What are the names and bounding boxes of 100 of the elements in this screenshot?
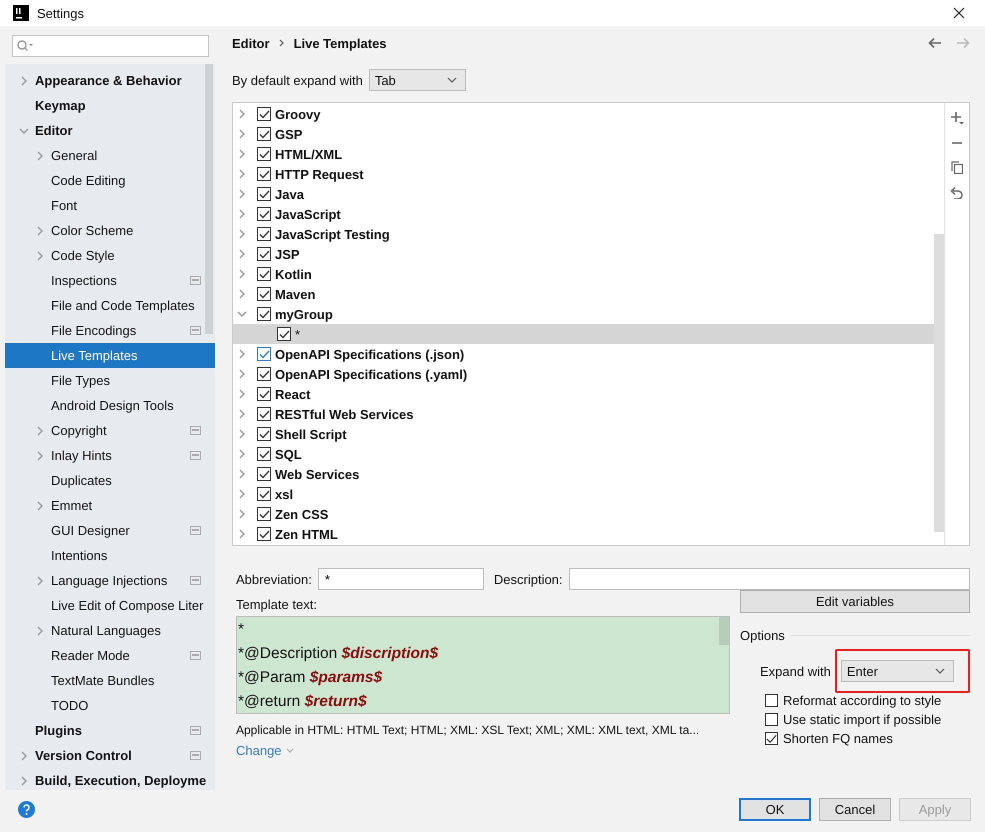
sidebar-item[interactable]: TextMate Bundles (5, 668, 205, 693)
checkbox[interactable] (257, 487, 271, 501)
chevron-right-icon[interactable] (237, 289, 247, 299)
template-row[interactable]: GSP (233, 124, 934, 144)
chevron-right-icon[interactable] (237, 369, 247, 379)
sidebar-item[interactable]: Color Scheme (5, 218, 205, 243)
sidebar-item[interactable]: Version Control (5, 743, 205, 768)
checkbox[interactable] (257, 147, 271, 161)
checkbox[interactable] (257, 367, 271, 381)
template-row[interactable]: HTML/XML (233, 144, 934, 164)
sidebar-item[interactable]: Code Editing (5, 168, 205, 193)
chevron-right-icon[interactable] (237, 249, 247, 259)
sidebar-item[interactable]: Font (5, 193, 205, 218)
template-row[interactable]: Kotlin (233, 264, 934, 284)
sidebar-item[interactable]: Keymap (5, 93, 205, 118)
checkbox[interactable] (257, 527, 271, 541)
checkbox[interactable] (257, 307, 271, 321)
template-row[interactable]: JavaScript Testing (233, 224, 934, 244)
sidebar-item[interactable]: Code Style (5, 243, 205, 268)
chevron-right-icon[interactable] (237, 389, 247, 399)
checkbox[interactable] (257, 387, 271, 401)
chevron-right-icon[interactable] (19, 750, 29, 760)
forward-arrow-icon[interactable] (956, 37, 970, 49)
checkbox[interactable] (257, 167, 271, 181)
chevron-right-icon[interactable] (237, 349, 247, 359)
sidebar-item[interactable]: Reader Mode (5, 643, 205, 668)
template-row[interactable]: React (233, 384, 934, 404)
checkbox[interactable] (257, 127, 271, 141)
template-row[interactable]: Groovy (233, 104, 934, 124)
template-row[interactable]: Maven (233, 284, 934, 304)
sidebar-item[interactable]: Language Injections (5, 568, 205, 593)
template-row[interactable]: Zen CSS (233, 504, 934, 524)
template-row[interactable]: xsl (233, 484, 934, 504)
template-row[interactable]: RESTful Web Services (233, 404, 934, 424)
sidebar-item[interactable]: Duplicates (5, 468, 205, 493)
sidebar-item[interactable]: File and Code Templates (5, 293, 205, 318)
chevron-right-icon[interactable] (237, 529, 247, 539)
chevron-right-icon[interactable] (237, 189, 247, 199)
chevron-right-icon[interactable] (237, 129, 247, 139)
sidebar-item[interactable]: Live Edit of Compose Liter (5, 593, 205, 618)
chevron-right-icon[interactable] (237, 229, 247, 239)
checkbox[interactable] (257, 447, 271, 461)
close-icon[interactable] (953, 7, 965, 19)
abbreviation-field[interactable]: * (318, 568, 484, 590)
sidebar-item[interactable]: Appearance & Behavior (5, 68, 205, 93)
template-row[interactable]: Shell Script (233, 424, 934, 444)
chevron-right-icon[interactable] (35, 500, 45, 510)
edit-variables-button[interactable]: Edit variables (740, 590, 970, 613)
breadcrumb-item[interactable]: Editor (232, 36, 270, 50)
sidebar-item[interactable]: Build, Execution, Deployme (5, 768, 205, 793)
template-row[interactable]: SQL (233, 444, 934, 464)
chevron-right-icon[interactable] (35, 450, 45, 460)
scrollbar[interactable] (934, 234, 944, 532)
ok-button[interactable]: OK (739, 798, 811, 820)
template-editor[interactable]: * *@Description $discription$ *@Param $params$ *@return $return$ (236, 616, 730, 714)
checkbox[interactable] (257, 347, 271, 361)
chevron-right-icon[interactable] (237, 149, 247, 159)
add-icon[interactable] (950, 111, 964, 125)
checkbox[interactable] (257, 267, 271, 281)
template-row[interactable]: * (233, 324, 934, 344)
template-row[interactable]: Web Services (233, 464, 934, 484)
checkbox[interactable] (765, 732, 778, 745)
chevron-right-icon[interactable] (237, 409, 247, 419)
checkbox[interactable] (257, 227, 271, 241)
checkbox[interactable] (765, 713, 778, 726)
dialog-button[interactable]: Cancel (819, 798, 891, 820)
checkbox[interactable] (277, 327, 291, 341)
help-icon[interactable] (18, 800, 35, 818)
chevron-right-icon[interactable] (237, 469, 247, 479)
chevron-right-icon[interactable] (35, 426, 45, 436)
sidebar-item[interactable]: Inlay Hints (5, 443, 205, 468)
chevron-right-icon[interactable] (237, 169, 247, 179)
chevron-right-icon[interactable] (237, 489, 247, 499)
sidebar-item[interactable]: Copyright (5, 418, 205, 443)
checkbox[interactable] (257, 107, 271, 121)
chevron-down-icon[interactable] (19, 126, 29, 136)
checkbox[interactable] (257, 247, 271, 261)
expand-with-dropdown[interactable]: Enter (840, 660, 954, 682)
breadcrumb-item[interactable]: Live Templates (294, 36, 387, 50)
back-arrow-icon[interactable] (928, 37, 942, 49)
sidebar-item[interactable]: GUI Designer (5, 518, 205, 543)
sidebar-item[interactable]: Live Templates (5, 343, 215, 368)
copy-icon[interactable] (950, 161, 963, 174)
checkbox[interactable] (257, 467, 271, 481)
sidebar-item[interactable]: Emmet (5, 493, 205, 518)
description-field[interactable] (568, 568, 970, 590)
template-row[interactable]: HTTP Request (233, 164, 934, 184)
chevron-right-icon[interactable] (237, 269, 247, 279)
template-row[interactable]: Java (233, 184, 934, 204)
chevron-right-icon[interactable] (237, 429, 247, 439)
sidebar-item[interactable]: Android Design Tools (5, 393, 205, 418)
chevron-right-icon[interactable] (19, 76, 29, 86)
sidebar-item[interactable]: Natural Languages (5, 618, 205, 643)
scrollbar[interactable] (205, 64, 213, 334)
change-link[interactable]: Change (236, 743, 294, 758)
template-row[interactable]: Zen HTML (233, 524, 934, 544)
template-row[interactable]: OpenAPI Specifications (.yaml) (233, 364, 934, 384)
template-row[interactable]: OpenAPI Specifications (.json) (233, 344, 934, 364)
template-row[interactable]: JavaScript (233, 204, 934, 224)
checkbox[interactable] (257, 507, 271, 521)
